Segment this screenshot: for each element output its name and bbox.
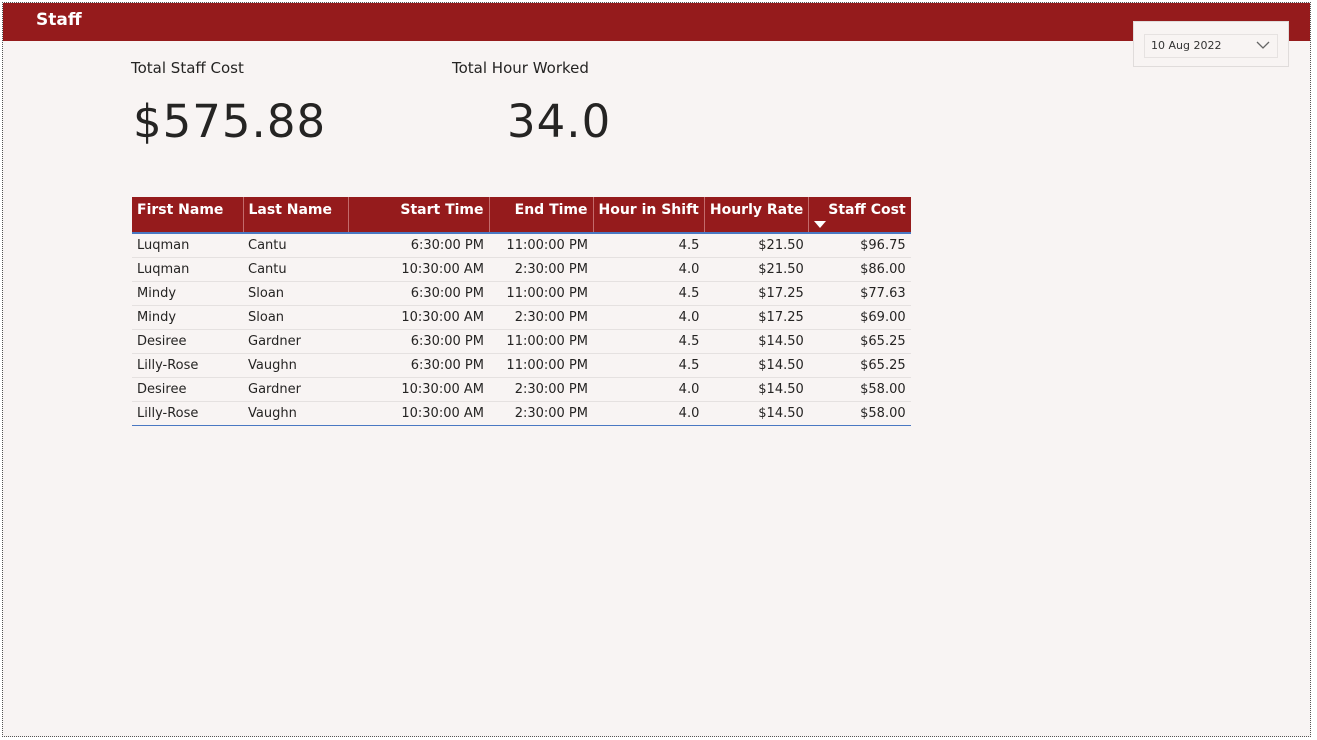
cell-first-name: Lilly-Rose xyxy=(132,353,243,378)
cell-end-time: 2:30:00 PM xyxy=(489,257,593,282)
table-header-row: First Name Last Name Start Time End Time… xyxy=(132,197,911,234)
cell-first-name: Luqman xyxy=(132,233,243,258)
cell-staff-cost: $77.63 xyxy=(808,281,911,306)
table-row[interactable]: Lilly-Rose Vaughn 10:30:00 AM 2:30:00 PM 4.0… xyxy=(132,401,911,426)
cell-start-time: 6:30:00 PM xyxy=(348,233,489,258)
cell-hourly-rate: $14.50 xyxy=(704,329,809,354)
column-header-staff-cost[interactable]: Staff Cost xyxy=(808,197,911,234)
cell-start-time: 10:30:00 AM xyxy=(348,257,489,282)
cell-hourly-rate: $17.25 xyxy=(704,281,809,306)
cell-hour-in-shift: 4.5 xyxy=(593,353,705,378)
cell-hourly-rate: $14.50 xyxy=(704,401,809,426)
cell-hour-in-shift: 4.0 xyxy=(593,257,705,282)
table-row[interactable]: Desiree Gardner 6:30:00 PM 11:00:00 PM 4.5 $1… xyxy=(132,329,911,354)
cell-last-name: Vaughn xyxy=(243,401,348,426)
cell-hour-in-shift: 4.5 xyxy=(593,329,705,354)
cell-hourly-rate: $21.50 xyxy=(704,233,809,258)
cell-last-name: Cantu xyxy=(243,233,348,258)
cell-hour-in-shift: 4.5 xyxy=(593,233,705,258)
cell-hourly-rate: $14.50 xyxy=(704,377,809,402)
cell-end-time: 11:00:00 PM xyxy=(489,281,593,306)
cell-start-time: 10:30:00 AM xyxy=(348,305,489,330)
column-header-end-time[interactable]: End Time xyxy=(489,197,594,234)
cell-hourly-rate: $14.50 xyxy=(704,353,809,378)
cell-end-time: 2:30:00 PM xyxy=(489,401,593,426)
cell-hourly-rate: $17.25 xyxy=(704,305,809,330)
cell-staff-cost: $58.00 xyxy=(808,401,911,426)
cell-last-name: Vaughn xyxy=(243,353,348,378)
cell-hour-in-shift: 4.0 xyxy=(593,401,705,426)
table-row[interactable]: Mindy Sloan 10:30:00 AM 2:30:00 PM 4.0 $17.25… xyxy=(132,305,911,330)
column-header-staff-cost-label: Staff Cost xyxy=(828,202,906,218)
cell-last-name: Gardner xyxy=(243,329,348,354)
cell-staff-cost: $58.00 xyxy=(808,377,911,402)
column-header-hourly-rate[interactable]: Hourly Rate xyxy=(704,197,810,234)
cell-hour-in-shift: 4.0 xyxy=(593,377,705,402)
chevron-down-icon[interactable] xyxy=(1255,38,1271,52)
total-staff-cost-label: Total Staff Cost xyxy=(131,59,244,77)
cell-staff-cost: $69.00 xyxy=(808,305,911,330)
cell-staff-cost: $65.25 xyxy=(808,329,911,354)
sort-descending-icon[interactable] xyxy=(814,221,827,228)
cell-end-time: 11:00:00 PM xyxy=(489,329,593,354)
cell-staff-cost: $96.75 xyxy=(808,233,911,258)
column-header-first-name[interactable]: First Name xyxy=(132,197,244,234)
table-row[interactable]: Luqman Cantu 6:30:00 PM 11:00:00 PM 4.5 $21.5… xyxy=(132,233,911,258)
page-title: Staff xyxy=(36,10,82,30)
total-hour-worked-value: 34.0 xyxy=(507,95,612,148)
cell-end-time: 11:00:00 PM xyxy=(489,233,593,258)
cell-start-time: 6:30:00 PM xyxy=(348,329,489,354)
cell-last-name: Gardner xyxy=(243,377,348,402)
cell-end-time: 2:30:00 PM xyxy=(489,305,593,330)
report-canvas: Staff 10 Aug 2022 Total Staff Cost $575.… xyxy=(2,2,1311,737)
cell-hour-in-shift: 4.0 xyxy=(593,305,705,330)
cell-last-name: Cantu xyxy=(243,257,348,282)
cell-hour-in-shift: 4.5 xyxy=(593,281,705,306)
cell-first-name: Desiree xyxy=(132,329,243,354)
column-header-hour-in-shift[interactable]: Hour in Shift xyxy=(593,197,705,234)
table-row[interactable]: Mindy Sloan 6:30:00 PM 11:00:00 PM 4.5 $17.25… xyxy=(132,281,911,306)
date-dropdown[interactable]: 10 Aug 2022 xyxy=(1144,34,1278,58)
total-hour-worked-label: Total Hour Worked xyxy=(452,59,589,77)
cell-staff-cost: $86.00 xyxy=(808,257,911,282)
staff-table: First Name Last Name Start Time End Time… xyxy=(132,197,911,426)
date-dropdown-value: 10 Aug 2022 xyxy=(1151,39,1222,52)
cell-start-time: 6:30:00 PM xyxy=(348,281,489,306)
cell-end-time: 11:00:00 PM xyxy=(489,353,593,378)
cell-last-name: Sloan xyxy=(243,281,348,306)
cell-staff-cost: $65.25 xyxy=(808,353,911,378)
table-row[interactable]: Lilly-Rose Vaughn 6:30:00 PM 11:00:00 PM 4.5… xyxy=(132,353,911,378)
cell-start-time: 10:30:00 AM xyxy=(348,401,489,426)
cell-first-name: Mindy xyxy=(132,305,243,330)
column-header-start-time[interactable]: Start Time xyxy=(348,197,490,234)
column-header-last-name[interactable]: Last Name xyxy=(243,197,349,234)
cell-hourly-rate: $21.50 xyxy=(704,257,809,282)
cell-start-time: 10:30:00 AM xyxy=(348,377,489,402)
cell-last-name: Sloan xyxy=(243,305,348,330)
table-row[interactable]: Luqman Cantu 10:30:00 AM 2:30:00 PM 4.0 $21.5… xyxy=(132,257,911,282)
title-bar: Staff xyxy=(3,3,1310,41)
cell-start-time: 6:30:00 PM xyxy=(348,353,489,378)
total-staff-cost-value: $575.88 xyxy=(133,95,327,148)
cell-first-name: Mindy xyxy=(132,281,243,306)
cell-first-name: Lilly-Rose xyxy=(132,401,243,426)
cell-first-name: Luqman xyxy=(132,257,243,282)
cell-end-time: 2:30:00 PM xyxy=(489,377,593,402)
table-row[interactable]: Desiree Gardner 10:30:00 AM 2:30:00 PM 4.0 $1… xyxy=(132,377,911,402)
cell-first-name: Desiree xyxy=(132,377,243,402)
date-slicer[interactable]: 10 Aug 2022 xyxy=(1133,21,1289,67)
